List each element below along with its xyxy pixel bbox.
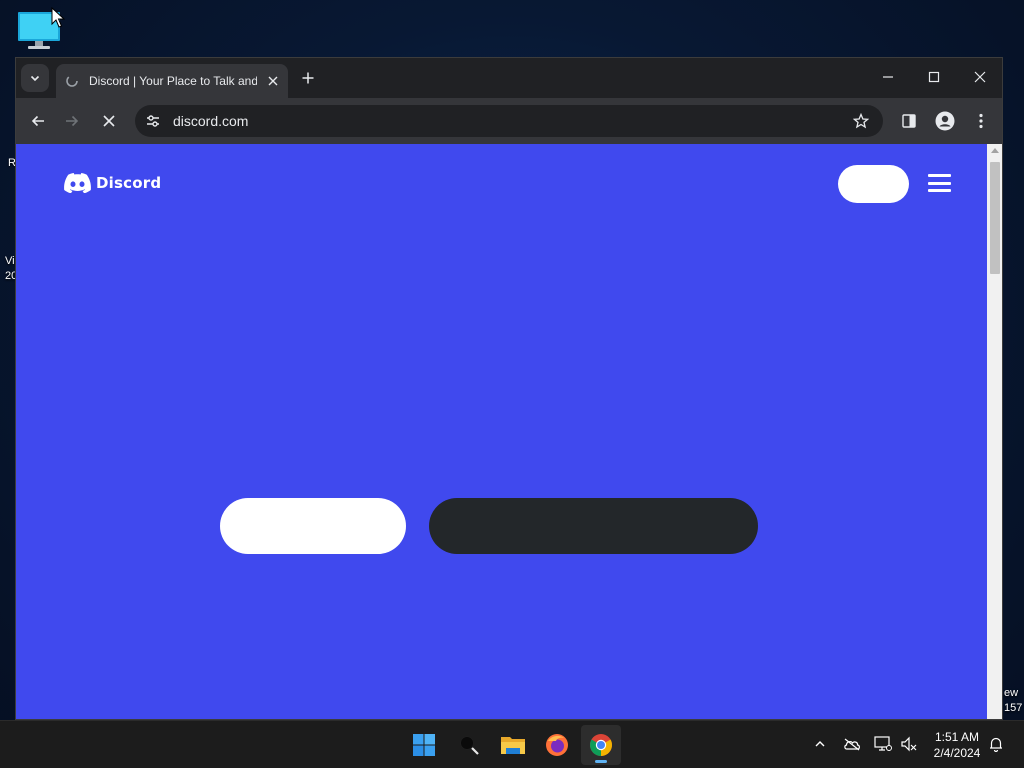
browser-menu-button[interactable] [968,108,994,134]
tab-strip: Discord | Your Place to Talk and Hang Ou… [16,58,1002,98]
site-info-button[interactable] [143,111,163,131]
mouse-cursor-icon [51,7,65,28]
browser-toolbar: discord.com [16,98,1002,144]
browser-window: Discord | Your Place to Talk and Hang Ou… [15,57,1003,720]
volume-button[interactable] [898,733,920,755]
kebab-menu-icon [979,113,983,129]
tab-title: Discord | Your Place to Talk and Hang Ou… [89,74,257,88]
page-viewport: Discord [16,144,987,719]
side-panel-button[interactable] [896,108,922,134]
search-button[interactable] [449,725,489,765]
url-text[interactable]: discord.com [173,113,248,129]
discord-logo[interactable]: Discord [64,173,161,193]
file-explorer-button[interactable] [493,725,533,765]
active-app-indicator [595,760,607,763]
firefox-icon [546,734,568,756]
maximize-icon [928,71,940,83]
desktop-label-fragment: 157 [1004,702,1023,714]
desktop-label-fragment: Vi [5,255,15,267]
maximize-button[interactable] [914,64,954,90]
network-button[interactable] [872,733,894,755]
profile-icon [935,111,955,131]
chevron-down-icon [30,75,40,82]
notifications-button[interactable] [985,733,1007,755]
plus-icon [302,72,314,84]
close-icon [268,76,278,86]
scroll-up-arrow-icon[interactable] [991,148,999,153]
show-hidden-icons-button[interactable] [809,733,831,755]
tab-close-button[interactable] [264,72,282,90]
loading-icon [65,74,79,88]
chrome-button[interactable] [581,725,621,765]
stop-icon [103,115,115,127]
download-button[interactable] [220,498,406,554]
active-tab[interactable]: Discord | Your Place to Talk and Hang Ou… [56,64,288,98]
back-button[interactable] [25,108,51,134]
profile-button[interactable] [932,108,958,134]
login-button[interactable] [838,165,909,203]
file-explorer-icon [501,737,525,754]
page-scrollbar[interactable] [987,144,1002,719]
stop-loading-button[interactable] [96,108,122,134]
side-panel-icon [902,114,916,128]
taskbar: 1:51 AM 2/4/2024 [0,720,1024,768]
scrollbar-thumb[interactable] [990,162,1000,274]
chevron-up-icon [815,741,825,747]
network-icon [874,736,892,751]
search-icon [460,736,479,755]
tab-search-button[interactable] [21,64,49,92]
star-icon [853,113,869,129]
cloud-offline-icon [844,738,860,751]
close-window-button[interactable] [960,64,1000,90]
bell-icon [990,737,1002,752]
minimize-button[interactable] [868,64,908,90]
minimize-icon [883,76,893,78]
desktop-label-fragment: ew [1004,687,1019,699]
bookmark-button[interactable] [851,111,871,131]
onedrive-button[interactable] [841,733,863,755]
chrome-icon [590,734,612,756]
clock-date: 2/4/2024 [933,746,981,760]
address-bar[interactable]: discord.com [135,105,883,137]
hamburger-menu-button[interactable] [928,174,958,196]
open-in-browser-button[interactable] [429,498,758,554]
firefox-button[interactable] [537,725,577,765]
forward-arrow-icon [66,115,79,127]
new-tab-button[interactable] [298,68,318,88]
back-arrow-icon [31,115,44,127]
taskbar-clock[interactable]: 1:51 AM 2/4/2024 [926,729,988,761]
forward-button[interactable] [59,108,85,134]
close-icon [974,71,986,83]
tune-icon [147,115,159,127]
volume-muted-icon [901,736,917,752]
discord-mascot-icon [64,173,91,193]
clock-time: 1:51 AM [934,730,980,744]
logo-text: Discord [96,174,162,192]
hamburger-icon [928,174,958,192]
windows-start-icon [413,734,435,756]
start-button[interactable] [404,725,444,765]
